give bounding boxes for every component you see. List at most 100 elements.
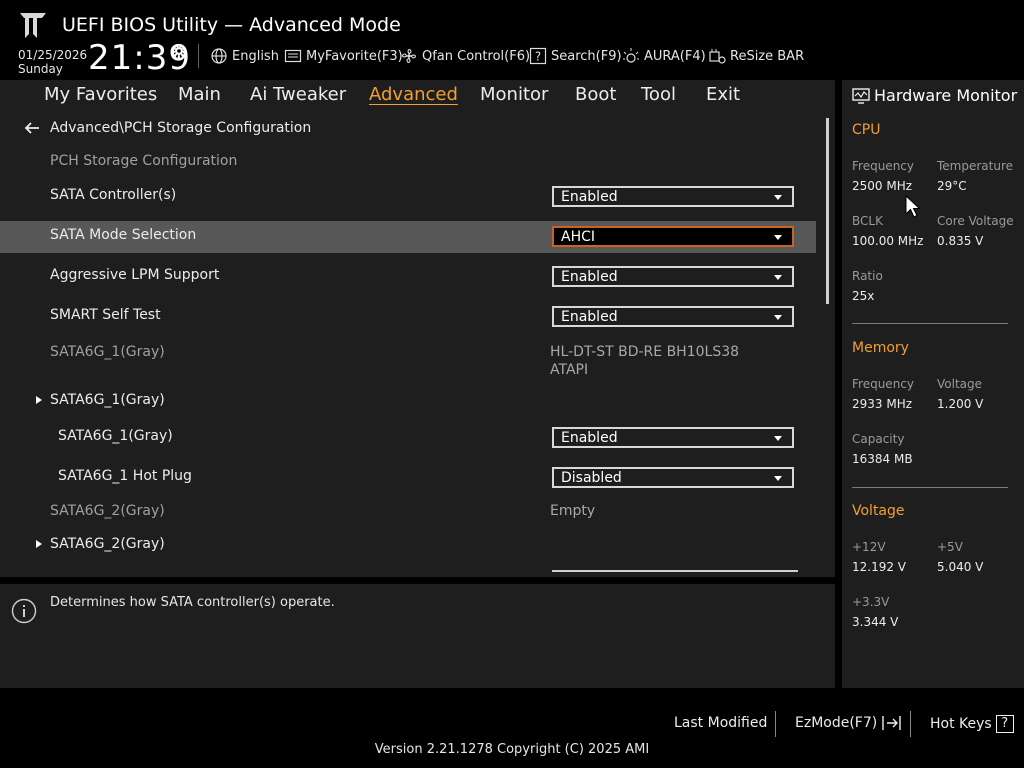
app-title: UEFI BIOS Utility — Advanced Mode bbox=[62, 14, 401, 36]
tab-tool[interactable]: Tool bbox=[641, 84, 676, 105]
v5-value: 5.040 V bbox=[937, 560, 984, 574]
exit-to-ezmode-icon bbox=[882, 716, 901, 730]
smart-self-test-value: Enabled bbox=[561, 309, 618, 325]
aura-icon bbox=[623, 48, 639, 63]
memory-capacity-value: 16384 MB bbox=[852, 452, 913, 466]
sata6g-1-device-name: HL-DT-ST BD-RE BH10LS38 bbox=[550, 344, 740, 360]
resize-bar-label: ReSize BAR bbox=[730, 48, 805, 64]
smart-self-test-label: SMART Self Test bbox=[50, 307, 161, 323]
memory-frequency-value: 2933 MHz bbox=[852, 397, 913, 411]
sata-controller-value: Enabled bbox=[561, 189, 618, 205]
ratio-label: Ratio bbox=[852, 269, 883, 283]
core-voltage-label: Core Voltage bbox=[937, 214, 1014, 228]
footer-divider bbox=[910, 711, 911, 737]
hardware-monitor-label: Hardware Monitor bbox=[874, 86, 1018, 105]
memory-voltage-value: 1.200 V bbox=[937, 397, 984, 411]
qfan-control-button[interactable]: Qfan Control(F6) bbox=[400, 46, 530, 66]
help-divider bbox=[0, 577, 835, 584]
v12-value: 12.192 V bbox=[852, 560, 907, 574]
breadcrumb: Advanced\PCH Storage Configuration bbox=[24, 120, 311, 136]
bclk-label: BCLK bbox=[852, 214, 883, 228]
scrollbar-thumb[interactable] bbox=[826, 118, 829, 304]
v33-value: 3.344 V bbox=[852, 615, 899, 629]
cpu-section-title: CPU bbox=[852, 122, 881, 138]
ratio-value: 25x bbox=[852, 289, 875, 303]
mouse-cursor-icon bbox=[905, 195, 921, 218]
dropdown-arrow-icon bbox=[774, 195, 782, 200]
date-display: 01/25/2026 bbox=[18, 48, 88, 62]
tab-my-favorites[interactable]: My Favorites bbox=[44, 84, 157, 105]
sata6g-1-hotplug-select[interactable]: Disabled bbox=[552, 467, 794, 488]
v12-label: +12V bbox=[852, 540, 886, 554]
core-voltage-value: 0.835 V bbox=[937, 234, 984, 248]
bclk-value: 100.00 MHz bbox=[852, 234, 924, 248]
help-text: Determines how SATA controller(s) operat… bbox=[50, 595, 335, 610]
tab-main[interactable]: Main bbox=[178, 84, 221, 105]
sata6g-1-info-label: SATA6G_1(Gray) bbox=[50, 344, 165, 360]
sata6g-1-submenu[interactable]: SATA6G_1(Gray) bbox=[50, 392, 165, 408]
dropdown-arrow-icon bbox=[774, 315, 782, 320]
ezmode-label: EzMode(F7) bbox=[795, 715, 878, 731]
aura-label: AURA(F4) bbox=[644, 48, 706, 64]
dropdown-arrow-icon bbox=[774, 275, 782, 280]
tuf-logo-icon bbox=[20, 13, 46, 38]
hot-keys-button[interactable]: Hot Keys ? bbox=[930, 715, 1014, 733]
dropdown-arrow-icon bbox=[774, 436, 782, 441]
tab-ai-tweaker[interactable]: Ai Tweaker bbox=[250, 84, 346, 105]
monitor-icon bbox=[852, 87, 870, 104]
cpu-temperature-value: 29°C bbox=[937, 179, 967, 193]
last-modified-button[interactable]: Last Modified bbox=[674, 715, 767, 731]
expand-arrow-icon bbox=[36, 540, 42, 548]
back-arrow-icon[interactable] bbox=[24, 121, 40, 135]
sata-controller-select[interactable]: Enabled bbox=[552, 186, 794, 207]
sata-controller-label: SATA Controller(s) bbox=[50, 187, 177, 203]
cpu-frequency-value: 2500 MHz bbox=[852, 179, 913, 193]
fan-icon bbox=[402, 49, 416, 63]
clock-settings-gear-icon[interactable] bbox=[170, 42, 188, 60]
partially-visible-select[interactable] bbox=[552, 570, 798, 572]
language-button[interactable]: English bbox=[210, 46, 279, 66]
myfavorite-label: MyFavorite(F3) bbox=[306, 48, 403, 64]
language-label: English bbox=[232, 48, 279, 64]
cpu-frequency-label: Frequency bbox=[852, 159, 914, 173]
sata6g-1-enable-value: Enabled bbox=[561, 430, 618, 446]
hardware-monitor-title: Hardware Monitor bbox=[852, 86, 1017, 105]
section-title: PCH Storage Configuration bbox=[50, 153, 238, 169]
version-text: Version 2.21.1278 Copyright (C) 2025 AMI bbox=[374, 742, 650, 757]
memory-frequency-label: Frequency bbox=[852, 377, 914, 391]
sata-mode-label: SATA Mode Selection bbox=[50, 227, 197, 243]
v33-label: +3.3V bbox=[852, 595, 890, 609]
tab-boot[interactable]: Boot bbox=[575, 84, 616, 105]
cpu-temperature-label: Temperature bbox=[937, 159, 1014, 173]
info-icon bbox=[11, 598, 37, 624]
search-button[interactable]: ? Search(F9) bbox=[529, 46, 622, 66]
sata6g-1-hotplug-label: SATA6G_1 Hot Plug bbox=[58, 468, 192, 484]
aura-button[interactable]: AURA(F4) bbox=[622, 46, 706, 66]
smart-self-test-select[interactable]: Enabled bbox=[552, 306, 794, 327]
tab-monitor[interactable]: Monitor bbox=[480, 84, 548, 105]
sata6g-1-device-type: ATAPI bbox=[550, 362, 589, 378]
tab-exit[interactable]: Exit bbox=[706, 84, 740, 105]
expand-arrow-icon bbox=[36, 396, 42, 404]
search-icon: ? bbox=[529, 47, 547, 65]
header-divider bbox=[198, 44, 199, 68]
sata6g-1-enable-select[interactable]: Enabled bbox=[552, 427, 794, 448]
sata6g-2-submenu[interactable]: SATA6G_2(Gray) bbox=[50, 536, 165, 552]
aggressive-lpm-select[interactable]: Enabled bbox=[552, 266, 794, 287]
last-modified-label: Last Modified bbox=[674, 715, 768, 731]
tab-advanced[interactable]: Advanced bbox=[369, 84, 458, 105]
hw-divider bbox=[852, 487, 1008, 488]
memory-capacity-label: Capacity bbox=[852, 432, 905, 446]
globe-icon bbox=[211, 48, 227, 64]
resize-bar-button[interactable]: ReSize BAR bbox=[708, 46, 804, 66]
myfavorite-button[interactable]: MyFavorite(F3) bbox=[284, 46, 403, 66]
sata-mode-select[interactable]: AHCI bbox=[552, 226, 794, 247]
voltage-section-title: Voltage bbox=[852, 503, 905, 519]
favorite-icon bbox=[284, 49, 302, 63]
ezmode-button[interactable]: EzMode(F7) bbox=[795, 715, 903, 731]
sata6g-1-enable-label: SATA6G_1(Gray) bbox=[58, 428, 173, 444]
sata6g-2-info-label: SATA6G_2(Gray) bbox=[50, 503, 165, 519]
footer-divider bbox=[775, 711, 776, 737]
day-display: Sunday bbox=[18, 62, 63, 76]
sata6g-1-hotplug-value: Disabled bbox=[561, 470, 622, 486]
